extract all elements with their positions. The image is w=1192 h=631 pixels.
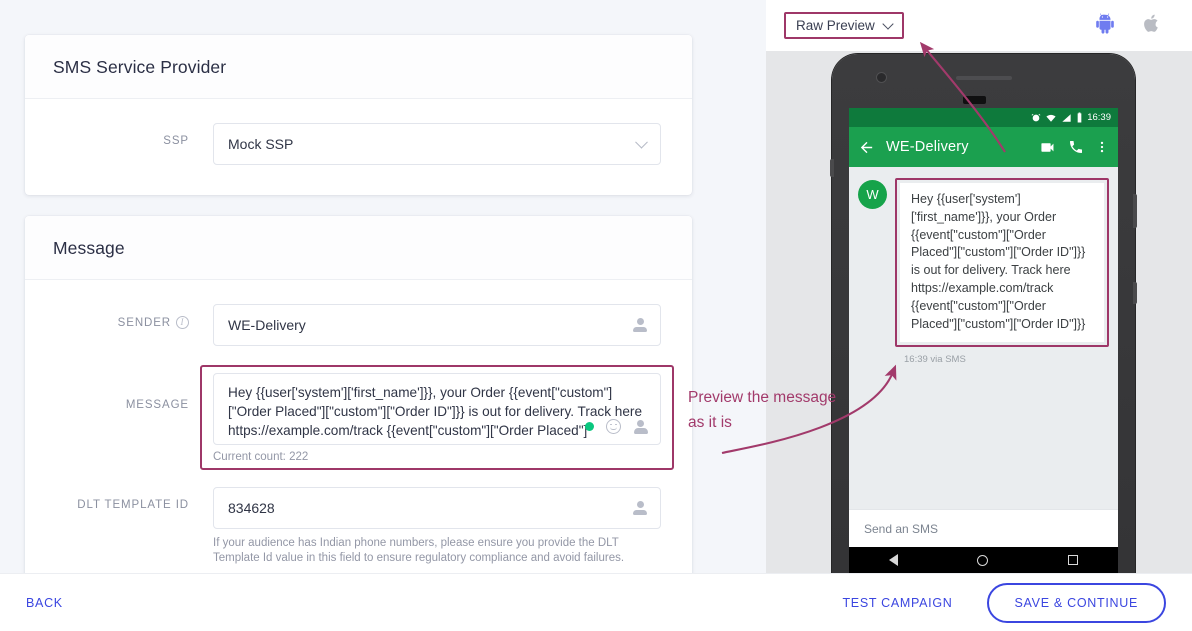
message-field-control: Hey {{user['system']['first_name']}}, yo… — [213, 373, 661, 463]
video-call-icon — [1041, 142, 1054, 152]
message-field-row: MESSAGE Hey {{user['system']['first_name… — [53, 373, 664, 463]
message-field-label: MESSAGE — [125, 399, 189, 411]
dlt-input-value: 834628 — [228, 500, 275, 516]
ssp-select[interactable]: Mock SSP — [213, 123, 661, 165]
alarm-icon — [1031, 113, 1041, 121]
test-campaign-button[interactable]: TEST CAMPAIGN — [842, 596, 952, 610]
android-nav-bar — [849, 547, 1118, 573]
wifi-icon — [1046, 114, 1056, 122]
dlt-template-id-input[interactable]: 834628 — [213, 487, 661, 529]
status-bar-time: 16:39 — [1087, 112, 1111, 123]
status-dot-icon — [585, 422, 594, 431]
message-card-body: SENDER i WE-Delivery MESSAGE — [25, 280, 692, 573]
sender-field-label: SENDER i — [53, 304, 213, 329]
back-button[interactable]: BACK — [26, 596, 63, 610]
battery-icon — [1077, 112, 1082, 123]
sms-composer[interactable]: Send an SMS — [849, 509, 1118, 547]
power-button — [1133, 282, 1137, 304]
chevron-down-icon — [635, 135, 648, 149]
android-icon[interactable] — [1094, 12, 1116, 39]
preview-pane: Raw Preview 16:39 WE-Delivery W Hey {{us… — [766, 0, 1192, 573]
ssp-card-title: SMS Service Provider — [53, 57, 227, 77]
message-card: Message SENDER i WE-Delivery — [25, 216, 692, 573]
message-textarea[interactable]: Hey {{user['system']['first_name']}}, yo… — [213, 373, 661, 445]
sms-service-provider-card: SMS Service Provider SSP Mock SSP — [25, 35, 692, 195]
save-and-continue-button[interactable]: SAVE & CONTINUE — [986, 582, 1166, 623]
android-status-bar: 16:39 — [849, 108, 1118, 127]
message-textarea-value: Hey {{user['system']['first_name']}}, yo… — [228, 385, 643, 444]
composer-placeholder: Send an SMS — [864, 521, 939, 536]
ssp-field-row: SSP Mock SSP — [53, 123, 664, 165]
message-card-title: Message — [53, 238, 125, 258]
personalize-icon[interactable] — [632, 500, 648, 516]
campaign-sms-editor: SMS Service Provider SSP Mock SSP Messag… — [0, 0, 1192, 631]
dlt-helper-text: If your audience has Indian phone number… — [213, 537, 625, 564]
apple-icon[interactable] — [1142, 12, 1162, 39]
sender-field-control: WE-Delivery — [213, 304, 661, 346]
emoji-icon[interactable] — [606, 419, 621, 434]
message-timestamp: 16:39 via SMS — [904, 354, 966, 366]
sender-label-text: SENDER — [117, 316, 171, 329]
ssp-field-control: Mock SSP — [213, 123, 661, 165]
raw-preview-highlight: Raw Preview — [784, 12, 904, 39]
nav-recents-icon[interactable] — [1068, 555, 1079, 565]
message-card-header: Message — [25, 216, 692, 280]
dlt-field-label: DLT TEMPLATE ID — [77, 499, 189, 511]
dlt-field-control: 834628 If your audience has Indian phone… — [213, 487, 661, 566]
nav-home-icon[interactable] — [977, 554, 989, 566]
personalize-icon[interactable] — [633, 419, 648, 434]
dlt-field-row: DLT TEMPLATE ID 834628 If your audience … — [53, 487, 664, 566]
message-row: W Hey {{user['system']['first_name']}}, … — [858, 178, 1109, 348]
chat-app-bar: WE-Delivery — [849, 127, 1118, 167]
signal-icon — [1062, 113, 1071, 122]
message-bubble: Hey {{user['system']['first_name']}}, yo… — [900, 183, 1104, 343]
phone-mockup: 16:39 WE-Delivery W Hey {{user['system']… — [830, 54, 1137, 573]
phone-sensor — [963, 96, 986, 104]
sender-input-value: WE-Delivery — [228, 317, 306, 333]
personalize-icon[interactable] — [632, 317, 648, 333]
annotation-preview-note: Preview the message as it is — [688, 389, 837, 431]
avatar: W — [858, 180, 887, 209]
message-bubble-highlight: Hey {{user['system']['first_name']}}, yo… — [895, 178, 1109, 348]
chat-thread: W Hey {{user['system']['first_name']}}, … — [849, 167, 1118, 528]
sender-field-row: SENDER i WE-Delivery — [53, 304, 664, 346]
preview-mode-label: Raw Preview — [796, 18, 875, 33]
volume-button — [1133, 194, 1137, 228]
back-arrow-icon — [860, 141, 873, 153]
wizard-footer: BACK TEST CAMPAIGN SAVE & CONTINUE — [0, 573, 1192, 631]
ssp-field-label: SSP — [163, 135, 189, 147]
form-pane: SMS Service Provider SSP Mock SSP Messag… — [0, 0, 766, 573]
side-button — [830, 159, 834, 177]
message-textarea-tools — [585, 419, 648, 434]
info-icon[interactable]: i — [176, 316, 189, 329]
chat-contact-name: WE-Delivery — [886, 139, 969, 155]
preview-header: Raw Preview — [766, 0, 1192, 51]
ssp-card-header: SMS Service Provider — [25, 35, 692, 99]
sender-input[interactable]: WE-Delivery — [213, 304, 661, 346]
phone-call-icon — [1070, 141, 1082, 153]
overflow-menu-icon — [1100, 141, 1104, 153]
character-count: Current count: 222 — [213, 451, 309, 463]
preview-mode-dropdown[interactable]: Raw Preview — [790, 17, 898, 34]
platform-toggle-group — [1094, 12, 1162, 39]
chevron-down-icon — [882, 17, 894, 30]
camera-icon — [876, 72, 887, 83]
ssp-card-body: SSP Mock SSP — [25, 99, 692, 195]
nav-back-icon[interactable] — [888, 554, 898, 566]
speaker-grille — [956, 76, 1012, 80]
phone-screen: 16:39 WE-Delivery W Hey {{user['system']… — [849, 108, 1118, 573]
ssp-selected-value: Mock SSP — [228, 136, 294, 152]
